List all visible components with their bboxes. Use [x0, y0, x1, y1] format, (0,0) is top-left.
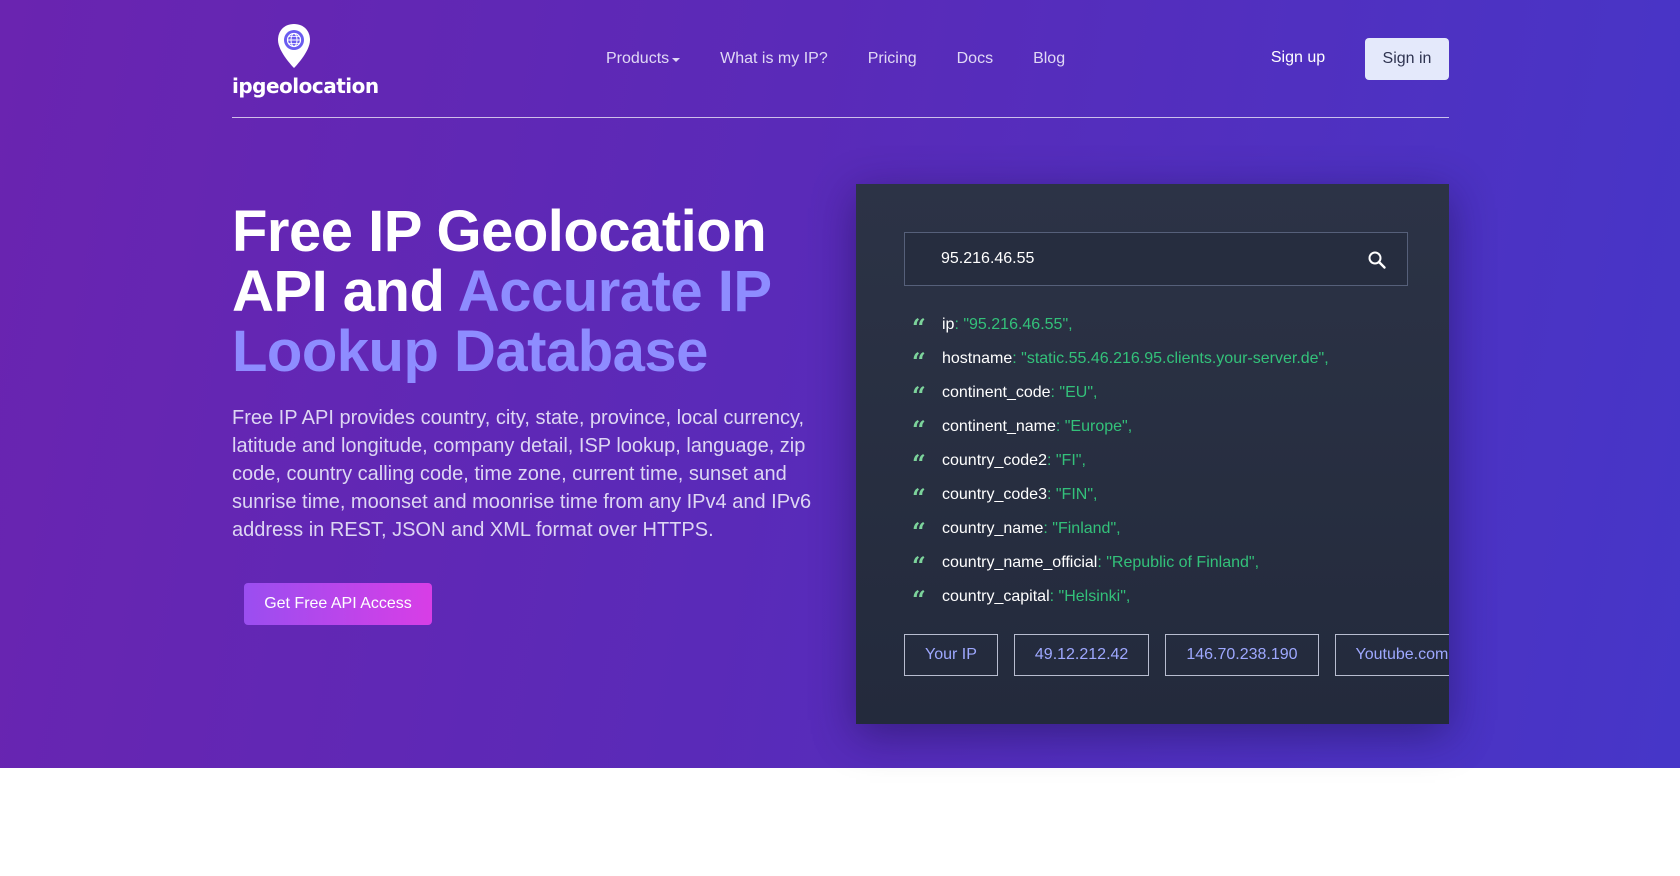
- logo[interactable]: ipgeolocation: [232, 22, 379, 98]
- nav-label: Blog: [1033, 50, 1066, 67]
- nav-item-pricing[interactable]: Pricing: [868, 48, 917, 70]
- json-separator: :: [954, 316, 964, 333]
- json-separator: :: [1046, 452, 1056, 469]
- sign-in-button[interactable]: Sign in: [1365, 38, 1449, 80]
- quote-icon: “: [912, 415, 926, 444]
- ip-lookup-panel: “ ip: "95.216.46.55", “ hostname: "stati…: [856, 184, 1449, 724]
- chip-sample-ip[interactable]: 146.70.238.190: [1165, 634, 1319, 676]
- search-icon[interactable]: [1367, 250, 1387, 270]
- json-key: country_name: [942, 520, 1044, 537]
- hero-description: Free IP API provides country, city, stat…: [232, 407, 812, 541]
- quote-icon: “: [912, 585, 926, 614]
- json-field-row: “ ip: "95.216.46.55",: [912, 308, 1432, 342]
- json-key: continent_name: [942, 418, 1056, 435]
- json-separator: :: [1050, 384, 1060, 401]
- chip-youtube[interactable]: Youtube.com: [1334, 634, 1449, 676]
- json-key: hostname: [942, 350, 1013, 367]
- sign-up-link[interactable]: Sign up: [1256, 38, 1340, 78]
- json-field-row: “ country_code3: "FIN",: [912, 478, 1432, 512]
- caret-down-icon: [672, 58, 681, 62]
- json-value: "Europe",: [1064, 418, 1133, 435]
- json-field-row: “ continent_code: "EU",: [912, 376, 1432, 410]
- json-key: country_capital: [942, 588, 1050, 605]
- json-separator: :: [1046, 486, 1056, 503]
- header-divider: [232, 117, 1449, 118]
- nav-label: Products: [606, 50, 670, 67]
- ip-search-box: [904, 232, 1408, 286]
- nav-item-docs[interactable]: Docs: [957, 48, 993, 70]
- quote-icon: “: [912, 313, 926, 342]
- json-separator: :: [1055, 418, 1065, 435]
- json-key: country_name_official: [942, 554, 1098, 571]
- chip-sample-ip[interactable]: 49.12.212.42: [1013, 634, 1150, 676]
- json-value: "Helsinki",: [1058, 588, 1131, 605]
- nav-label: What is my IP?: [720, 50, 828, 67]
- json-key: country_code2: [942, 452, 1047, 469]
- quote-icon: “: [912, 449, 926, 478]
- nav-label: Docs: [956, 50, 994, 67]
- get-free-api-access-button[interactable]: Get Free API Access: [244, 583, 432, 625]
- json-key: ip: [942, 316, 955, 333]
- hero-headline: Free IP Geolocation API and Accurate IP …: [232, 202, 832, 382]
- json-key: country_code3: [942, 486, 1047, 503]
- json-value: "FIN",: [1055, 486, 1098, 503]
- location-pin-icon: [278, 24, 310, 68]
- json-result-list: “ ip: "95.216.46.55", “ hostname: "stati…: [912, 308, 1432, 618]
- logo-text: ipgeolocation: [232, 74, 379, 98]
- json-value: "FI",: [1055, 452, 1086, 469]
- json-field-row: “ country_capital: "Helsinki",: [912, 580, 1432, 614]
- json-separator: :: [1012, 350, 1022, 367]
- nav-item-blog[interactable]: Blog: [1033, 48, 1065, 70]
- json-field-row: “ country_code2: "FI",: [912, 444, 1432, 478]
- json-field-row: “ hostname: "static.55.46.216.95.clients…: [912, 342, 1432, 376]
- quote-icon: “: [912, 517, 926, 546]
- quote-icon: “: [912, 483, 926, 512]
- json-field-row: “ country_name_official: "Republic of Fi…: [912, 546, 1432, 580]
- ip-search-input[interactable]: [941, 233, 1361, 285]
- json-value: "static.55.46.216.95.clients.your-server…: [1021, 350, 1329, 367]
- json-field-row: “ continent_name: "Europe",: [912, 410, 1432, 444]
- hero-section: ipgeolocation Products What is my IP? Pr…: [0, 0, 1680, 768]
- json-value: "95.216.46.55",: [963, 316, 1073, 333]
- json-value: "EU",: [1059, 384, 1098, 401]
- main-nav: Products What is my IP? Pricing Docs Blo…: [606, 48, 1105, 70]
- nav-item-products[interactable]: Products: [606, 48, 681, 70]
- quote-icon: “: [912, 551, 926, 580]
- quote-icon: “: [912, 381, 926, 410]
- json-key: continent_code: [942, 384, 1051, 401]
- json-separator: :: [1043, 520, 1053, 537]
- json-separator: :: [1049, 588, 1059, 605]
- json-field-row: “ country_name: "Finland",: [912, 512, 1432, 546]
- json-separator: :: [1097, 554, 1107, 571]
- quote-icon: “: [912, 347, 926, 376]
- sample-ip-chips: Your IP 49.12.212.42 146.70.238.190 Yout…: [904, 634, 1449, 676]
- json-value: "Republic of Finland",: [1106, 554, 1260, 571]
- json-value: "Finland",: [1052, 520, 1121, 537]
- nav-label: Pricing: [867, 50, 917, 67]
- chip-your-ip[interactable]: Your IP: [904, 634, 998, 676]
- nav-item-what-is-my-ip[interactable]: What is my IP?: [720, 48, 828, 70]
